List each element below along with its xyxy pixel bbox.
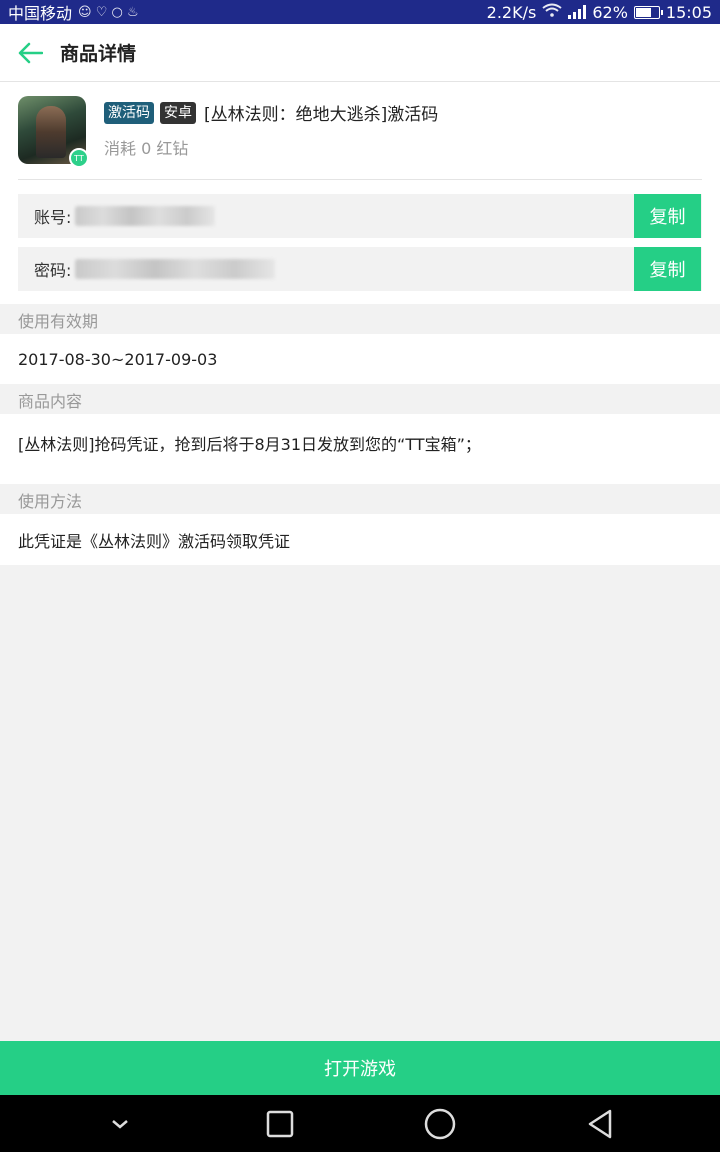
account-label: 账号: [34, 208, 72, 227]
product-name: [丛林法则：绝地大逃杀]激活码 [204, 105, 439, 125]
password-value-redacted [75, 259, 276, 279]
account-value-redacted [75, 206, 216, 226]
copy-password-button[interactable]: 复制 [634, 247, 701, 291]
circle-icon [424, 1108, 456, 1139]
triangle-back-icon [588, 1109, 612, 1138]
back-nav-button[interactable] [570, 1095, 630, 1152]
status-bar: 中国移动 ☺ ♡ ○ ♨ 2.2K/s 62% 15:05 [0, 0, 720, 24]
network-speed: 2.2K/s [486, 2, 537, 22]
chevron-down-icon [112, 1119, 128, 1129]
back-button[interactable] [0, 24, 60, 82]
clock: 15:05 [665, 2, 712, 22]
usage-method: 此凭证是《丛林法则》激活码领取凭证 [0, 514, 720, 565]
signal-icon [568, 5, 587, 19]
wifi-icon [542, 3, 562, 21]
hide-nav-button[interactable] [90, 1095, 150, 1152]
page-title: 商品详情 [60, 43, 137, 65]
square-icon [266, 1110, 294, 1137]
open-game-button[interactable]: 打开游戏 [0, 1041, 720, 1095]
battery-icon [633, 5, 663, 19]
tag-android: 安卓 [160, 101, 196, 124]
validity-period: 2017-08-30~2017-09-03 [0, 334, 720, 384]
tag-activation-code: 激活码 [104, 101, 154, 124]
carrier-name: 中国移动 [8, 4, 73, 23]
product-summary: TT 激活码 安卓 [丛林法则：绝地大逃杀]激活码 消耗 0 红钻 [18, 96, 702, 180]
back-arrow-icon [18, 42, 43, 63]
password-label: 密码: [34, 261, 72, 280]
product-card: TT 激活码 安卓 [丛林法则：绝地大逃杀]激活码 消耗 0 红钻 账号: 复制… [0, 82, 720, 304]
tt-badge-icon: TT [69, 148, 89, 168]
usage-section-title: 使用方法 [0, 485, 720, 514]
password-row: 密码: 复制 [18, 247, 702, 291]
product-cost: 消耗 0 红钻 [104, 139, 189, 158]
notification-icons: ☺ ♡ ○ ♨ [78, 4, 139, 20]
copy-account-button[interactable]: 复制 [634, 194, 701, 238]
product-content: [丛林法则]抢码凭证，抢到后将于8月31日发放到您的“TT宝箱”； [0, 414, 720, 484]
system-nav-bar [0, 1095, 720, 1152]
battery-percent: 62% [592, 2, 628, 22]
validity-section-title: 使用有效期 [0, 305, 720, 334]
app-header: 商品详情 [0, 24, 720, 82]
game-icon: TT [18, 96, 89, 168]
account-row: 账号: 复制 [18, 194, 702, 238]
game-artwork [36, 106, 66, 158]
recents-button[interactable] [250, 1095, 310, 1152]
home-button[interactable] [410, 1095, 470, 1152]
content-section-title: 商品内容 [0, 385, 720, 414]
